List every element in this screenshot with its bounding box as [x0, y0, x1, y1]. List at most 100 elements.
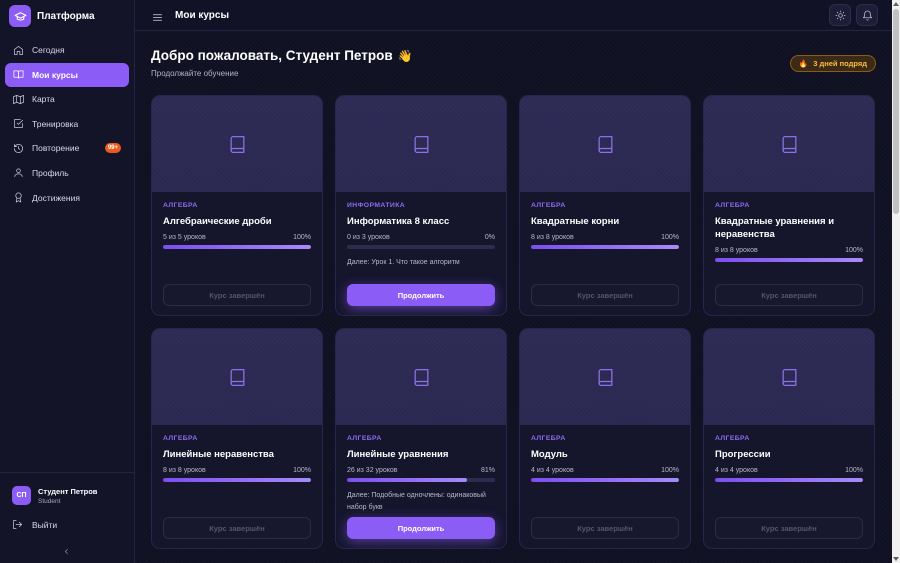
user-role: Student	[38, 497, 61, 505]
sidebar-item-my-courses[interactable]: Мои курсы	[5, 62, 129, 87]
scroll-down-arrow[interactable]	[893, 557, 899, 561]
lessons-count: 4 из 4 уроков	[715, 467, 758, 474]
book-icon	[598, 135, 612, 153]
course-title: Линейные уравнения	[347, 449, 449, 460]
book-icon	[414, 135, 428, 153]
main-header: Добро пожаловать, Студент Петров 👋 Продол…	[151, 48, 876, 78]
book-icon	[782, 135, 796, 153]
sidebar-item-label: Сегодня	[32, 45, 65, 55]
avatar: СП	[12, 486, 31, 505]
course-completed-button: Курс завершён	[531, 284, 679, 306]
progress-fill	[715, 478, 863, 482]
sidebar-item-training[interactable]: Тренировка	[5, 112, 129, 136]
logout-label: Выйти	[32, 519, 58, 530]
progress-percent: 100%	[661, 234, 679, 241]
bell-icon	[862, 10, 872, 20]
sidebar-item-label: Профиль	[32, 167, 69, 178]
course-subject: АЛГЕБРА	[531, 435, 566, 442]
book-icon	[598, 368, 612, 386]
book-icon	[230, 135, 244, 153]
lessons-count: 8 из 8 уроков	[531, 234, 574, 241]
course-completed-button: Курс завершён	[715, 517, 863, 539]
map-icon	[13, 94, 24, 104]
book-icon	[782, 368, 796, 386]
sidebar-item-today[interactable]: Сегодня	[5, 38, 129, 62]
course-subject: АЛГЕБРА	[347, 435, 382, 442]
page-scrollbar[interactable]	[892, 0, 900, 563]
sidebar: Платформа Сегодня Мои курсы Карта Тренир…	[0, 0, 135, 563]
course-completed-button: Курс завершён	[715, 284, 863, 306]
brand[interactable]: Платформа	[9, 5, 95, 27]
course-completed-button: Курс завершён	[163, 517, 311, 539]
course-subject: АЛГЕБРА	[531, 202, 566, 209]
progress-percent: 81%	[480, 467, 495, 474]
sidebar-item-label: Повторение	[32, 143, 80, 154]
progress-percent: 100%	[293, 467, 311, 474]
menu-toggle-button[interactable]	[152, 10, 163, 28]
page-title: Мои курсы	[175, 10, 230, 21]
course-card[interactable]: АЛГЕБРА Линейные неравенства 8 из 8 урок…	[151, 328, 323, 549]
menu-icon	[153, 14, 162, 21]
course-card[interactable]: АЛГЕБРА Модуль 4 из 4 уроков 100% Курс з…	[519, 328, 691, 549]
user-icon	[14, 168, 23, 178]
sidebar-item-map[interactable]: Карта	[5, 87, 129, 111]
progress-fill	[531, 478, 679, 482]
sidebar-nav: Сегодня Мои курсы Карта Тренировка Повто…	[5, 38, 129, 210]
sidebar-item-profile[interactable]: Профиль	[5, 161, 129, 185]
sidebar-item-achievements[interactable]: Достижения	[5, 186, 129, 210]
course-title: Алгебраические дроби	[163, 216, 272, 227]
welcome-heading: Добро пожаловать, Студент Петров 👋	[151, 48, 876, 63]
sidebar-item-label: Тренировка	[32, 118, 79, 129]
course-cover	[520, 329, 690, 425]
progress-bar	[347, 245, 495, 249]
wave-emoji: 👋	[397, 49, 413, 63]
course-card[interactable]: АЛГЕБРА Линейные уравнения 26 из 32 урок…	[335, 328, 507, 549]
course-title: Линейные неравенства	[163, 449, 274, 460]
course-card[interactable]: АЛГЕБРА Квадратные уравнения и неравенст…	[703, 95, 875, 316]
course-card[interactable]: АЛГЕБРА Алгебраические дроби 5 из 5 урок…	[151, 95, 323, 316]
progress-bar	[715, 258, 863, 262]
book-icon	[230, 368, 244, 386]
collapse-sidebar-button[interactable]	[62, 543, 71, 561]
continue-button[interactable]: Продолжить	[347, 284, 495, 306]
lessons-count: 8 из 8 уроков	[163, 467, 206, 474]
next-lesson: Далее: Подобные одночлены: одинаковый на…	[347, 492, 486, 511]
progress-bar	[531, 478, 679, 482]
course-cover	[336, 96, 506, 192]
welcome-text: Добро пожаловать, Студент Петров	[151, 48, 393, 63]
course-card[interactable]: ИНФОРМАТИКА Информатика 8 класс 0 из 3 у…	[335, 95, 507, 316]
scroll-thumb[interactable]	[893, 9, 899, 214]
logout-button[interactable]: Выйти	[12, 519, 57, 530]
course-subject: ИНФОРМАТИКА	[347, 202, 406, 209]
progress-bar	[163, 245, 311, 249]
fire-icon: 🔥	[798, 59, 809, 68]
course-cover	[152, 329, 322, 425]
lessons-count: 0 из 3 уроков	[347, 234, 390, 241]
progress-percent: 100%	[845, 467, 863, 474]
scroll-up-arrow[interactable]	[893, 2, 899, 6]
sidebar-item-label: Карта	[32, 94, 55, 105]
course-subject: АЛГЕБРА	[715, 202, 750, 209]
graduation-cap-icon	[9, 5, 31, 27]
lessons-count: 4 из 4 уроков	[531, 467, 574, 474]
progress-fill	[163, 478, 311, 482]
course-card[interactable]: АЛГЕБРА Квадратные корни 8 из 8 уроков 1…	[519, 95, 691, 316]
course-card[interactable]: АЛГЕБРА Прогрессии 4 из 4 уроков 100% Ку…	[703, 328, 875, 549]
notifications-button[interactable]	[856, 4, 878, 26]
course-completed-button: Курс завершён	[163, 284, 311, 306]
theme-toggle-button[interactable]	[829, 4, 851, 26]
home-icon	[14, 45, 23, 55]
continue-button[interactable]: Продолжить	[347, 517, 495, 539]
lessons-count: 5 из 5 уроков	[163, 234, 206, 241]
sidebar-item-review[interactable]: Повторение 99+	[5, 136, 129, 160]
book-open-icon	[13, 70, 24, 79]
progress-percent: 100%	[293, 234, 311, 241]
progress-bar	[531, 245, 679, 249]
course-completed-button: Курс завершён	[531, 517, 679, 539]
course-subject: АЛГЕБРА	[163, 202, 198, 209]
course-cover	[336, 329, 506, 425]
user-name: Студент Петров	[38, 486, 98, 496]
progress-fill	[347, 478, 467, 482]
user-profile[interactable]: СП Студент Петров Student	[12, 486, 97, 505]
progress-bar	[163, 478, 311, 482]
